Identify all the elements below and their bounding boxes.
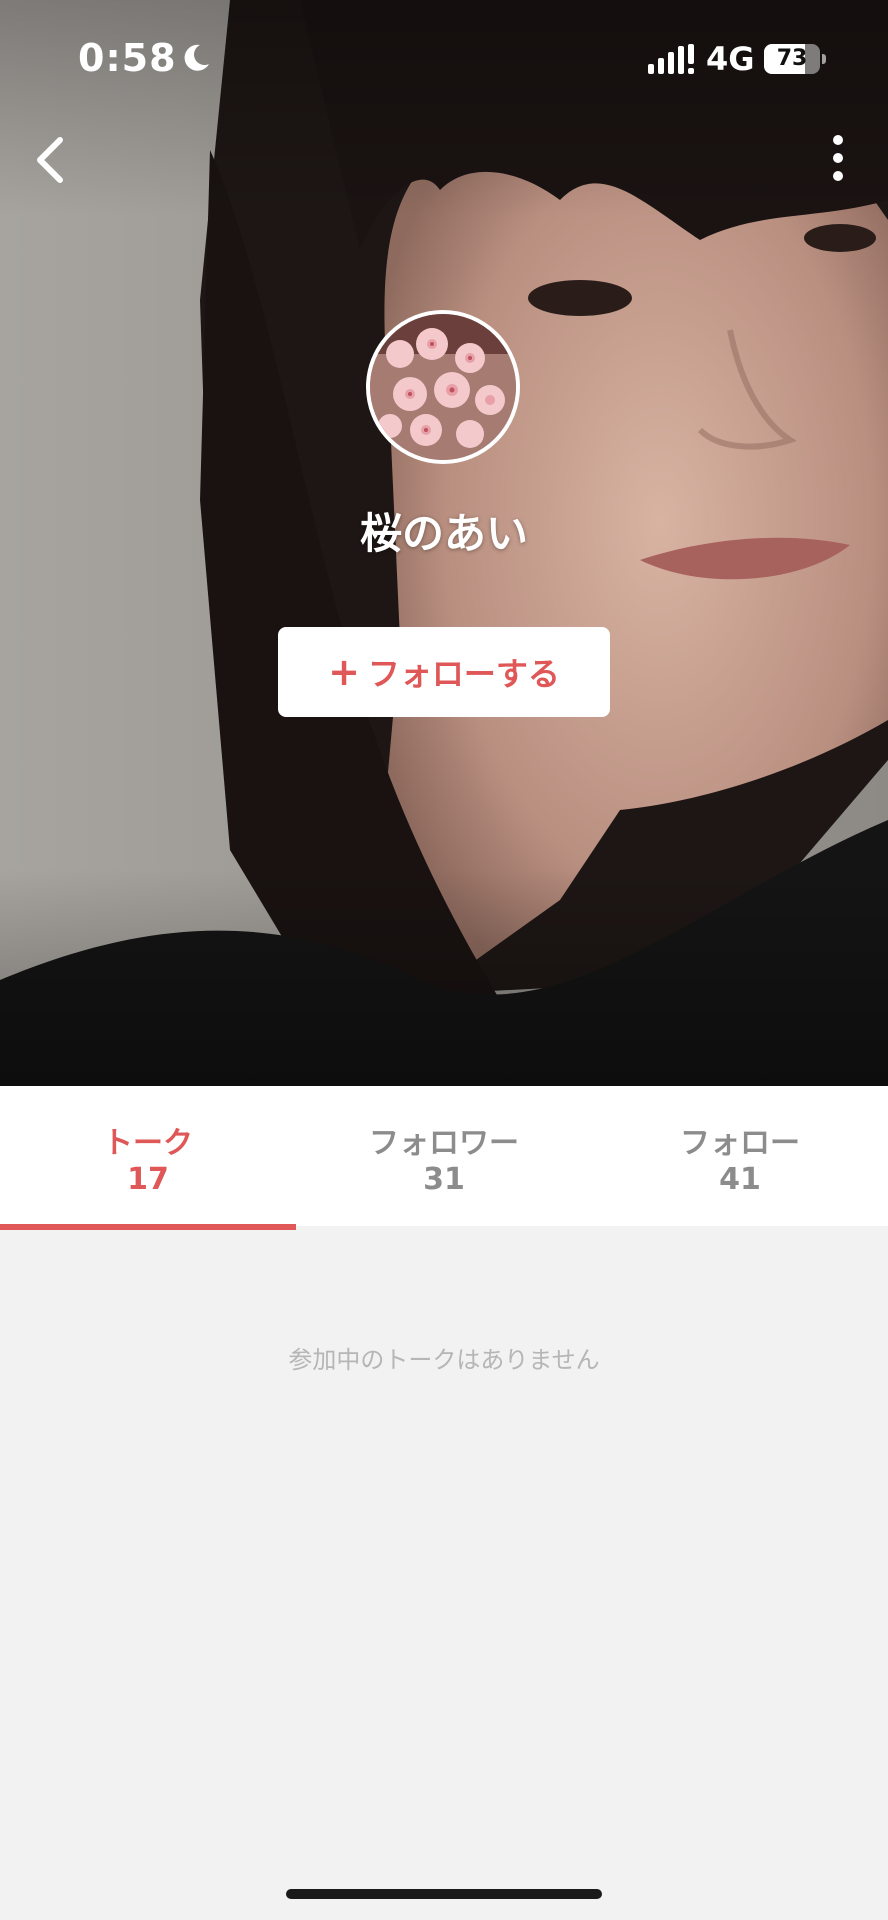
tab-label: フォロワー: [369, 1126, 519, 1161]
status-bar: 0:58 4G 73: [0, 0, 888, 120]
network-label: 4G: [706, 40, 755, 78]
cherry-blossom-avatar-image: [370, 314, 516, 460]
active-tab-indicator: [0, 1224, 296, 1230]
home-indicator: [286, 1889, 602, 1899]
plus-icon: +: [328, 650, 360, 694]
profile-name: 桜のあい: [359, 509, 528, 558]
tab-followers[interactable]: フォロワー 31: [296, 1086, 592, 1226]
tab-count: 17: [127, 1162, 169, 1197]
battery-icon: 73: [764, 44, 828, 74]
vertical-ellipsis-icon: [833, 135, 843, 181]
status-time: 0:58: [78, 36, 177, 80]
avatar[interactable]: [366, 310, 520, 464]
battery-body: 73: [764, 44, 820, 74]
follow-button-label: フォローする: [367, 655, 560, 693]
battery-tip: [822, 54, 826, 64]
profile-screen: 0:58 4G 73 桜のあい + フォローする トーク 17 フォロワー 31…: [0, 0, 888, 1920]
signal-icon: [648, 44, 694, 74]
chevron-left-icon: [37, 137, 63, 183]
profile-tabs: トーク 17 フォロワー 31 フォロー 41: [0, 1086, 888, 1226]
tab-label: トーク: [103, 1126, 193, 1161]
tab-count: 31: [423, 1162, 465, 1197]
more-options-button[interactable]: [806, 128, 870, 192]
back-button[interactable]: [20, 128, 84, 192]
battery-level: 73: [776, 46, 808, 71]
tab-label: フォロー: [680, 1126, 800, 1161]
tab-following[interactable]: フォロー 41: [592, 1086, 888, 1226]
tab-count: 41: [719, 1162, 761, 1197]
empty-state-message: 参加中のトークはありません: [288, 1346, 600, 1374]
follow-button[interactable]: + フォローする: [278, 627, 610, 717]
tab-talk[interactable]: トーク 17: [0, 1086, 296, 1226]
moon-icon: [184, 44, 209, 71]
